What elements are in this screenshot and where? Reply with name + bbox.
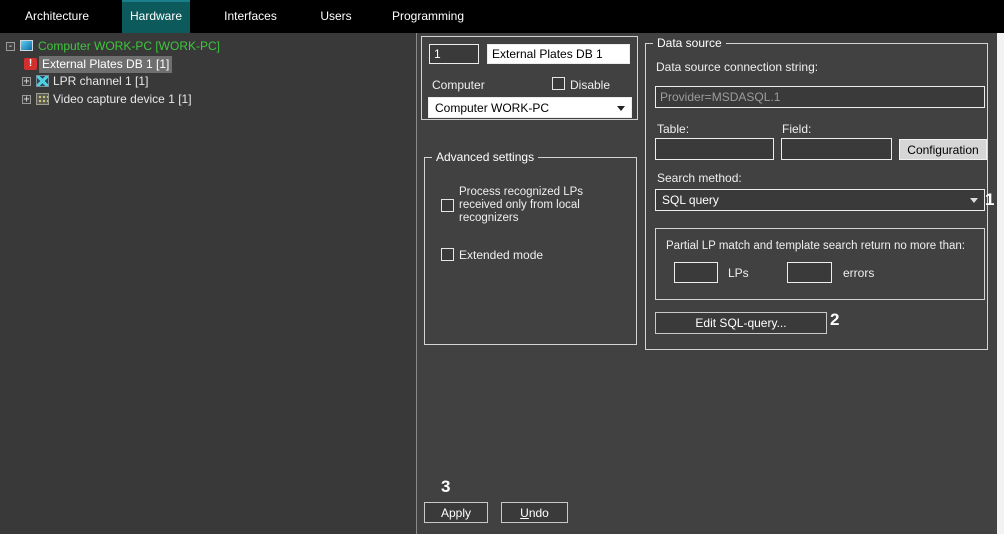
computer-select-value: Computer WORK-PC xyxy=(435,101,549,115)
tree-item-label[interactable]: Computer WORK-PC [WORK-PC] xyxy=(38,38,220,55)
data-source-title: Data source xyxy=(653,36,726,51)
errors-label: errors xyxy=(843,266,874,280)
search-method-select[interactable]: SQL query xyxy=(655,189,985,211)
chevron-down-icon xyxy=(617,106,625,111)
tree-item-label[interactable]: External Plates DB 1 [1] xyxy=(39,56,172,73)
object-id-field[interactable] xyxy=(429,44,479,64)
table-field[interactable] xyxy=(655,138,774,160)
tree-item-label[interactable]: Video capture device 1 [1] xyxy=(53,91,192,108)
settings-panel: Computer Disable Computer WORK-PC Advanc… xyxy=(417,33,997,534)
advanced-settings-groupbox: Advanced settings Process recognized LPs… xyxy=(424,157,637,345)
data-source-groupbox: Data source Data source connection strin… xyxy=(645,43,988,350)
lpr-channel-icon xyxy=(36,75,49,87)
edit-sql-query-button[interactable]: Edit SQL-query... xyxy=(655,312,827,334)
tab-interfaces[interactable]: Interfaces xyxy=(213,0,288,33)
tab-programming[interactable]: Programming xyxy=(383,0,473,33)
annotation-step-2: 2 xyxy=(830,310,839,330)
expand-plus-icon[interactable]: + xyxy=(22,95,31,104)
lps-label: LPs xyxy=(728,266,749,280)
extended-mode-label: Extended mode xyxy=(459,248,543,262)
computer-select[interactable]: Computer WORK-PC xyxy=(428,97,632,118)
disable-label: Disable xyxy=(570,78,610,92)
extended-mode-checkbox[interactable] xyxy=(441,248,454,261)
errors-limit-field[interactable] xyxy=(787,262,832,283)
search-method-label: Search method: xyxy=(657,171,742,185)
tree-item-computer[interactable]: - Computer WORK-PC [WORK-PC] xyxy=(0,38,416,55)
identity-groupbox: Computer Disable Computer WORK-PC xyxy=(421,36,638,120)
tree-item-video-capture-device[interactable]: + Video capture device 1 [1] xyxy=(0,91,416,108)
search-method-value: SQL query xyxy=(662,193,719,207)
object-name-field[interactable] xyxy=(487,44,630,64)
field-label: Field: xyxy=(782,122,811,136)
connection-string-field[interactable] xyxy=(655,86,985,108)
tree-item-lpr-channel[interactable]: + LPR channel 1 [1] xyxy=(0,73,416,90)
tab-users[interactable]: Users xyxy=(305,0,367,33)
partial-match-groupbox: Partial LP match and template search ret… xyxy=(655,228,985,300)
video-capture-icon xyxy=(36,93,49,105)
table-label: Table: xyxy=(657,122,689,136)
collapse-minus-icon[interactable]: - xyxy=(6,42,15,51)
chevron-down-icon xyxy=(970,198,978,203)
annotation-step-1: 1 xyxy=(985,190,994,210)
advanced-settings-title: Advanced settings xyxy=(432,150,538,165)
process-recognized-lps-label: Process recognized LPs received only fro… xyxy=(459,186,619,225)
tree-item-external-plates-db[interactable]: ! External Plates DB 1 [1] xyxy=(0,56,416,73)
apply-button[interactable]: Apply xyxy=(424,502,488,523)
top-tab-bar: Architecture Hardware Interfaces Users P… xyxy=(0,0,1004,33)
expand-plus-icon[interactable]: + xyxy=(22,77,31,86)
undo-button[interactable]: Undo xyxy=(501,502,568,523)
vertical-scrollbar[interactable] xyxy=(997,33,1004,534)
lps-limit-field[interactable] xyxy=(674,262,718,283)
partial-match-label: Partial LP match and template search ret… xyxy=(666,240,965,252)
app-window: Architecture Hardware Interfaces Users P… xyxy=(0,0,1004,534)
configuration-button[interactable]: Configuration xyxy=(899,139,987,160)
disable-checkbox[interactable] xyxy=(552,77,565,90)
computer-icon xyxy=(20,40,33,51)
field-field[interactable] xyxy=(781,138,892,160)
computer-label: Computer xyxy=(432,78,485,92)
process-recognized-lps-checkbox[interactable] xyxy=(441,199,454,212)
tab-hardware[interactable]: Hardware xyxy=(122,0,190,33)
error-icon: ! xyxy=(24,58,37,70)
device-tree-panel: - Computer WORK-PC [WORK-PC] ! External … xyxy=(0,33,417,534)
tab-architecture[interactable]: Architecture xyxy=(12,0,102,33)
undo-button-label: Undo xyxy=(502,506,567,520)
tree-item-label[interactable]: LPR channel 1 [1] xyxy=(53,73,148,90)
annotation-step-3: 3 xyxy=(441,477,450,497)
connection-string-label: Data source connection string: xyxy=(656,60,818,74)
apply-button-label: Apply xyxy=(425,506,487,520)
